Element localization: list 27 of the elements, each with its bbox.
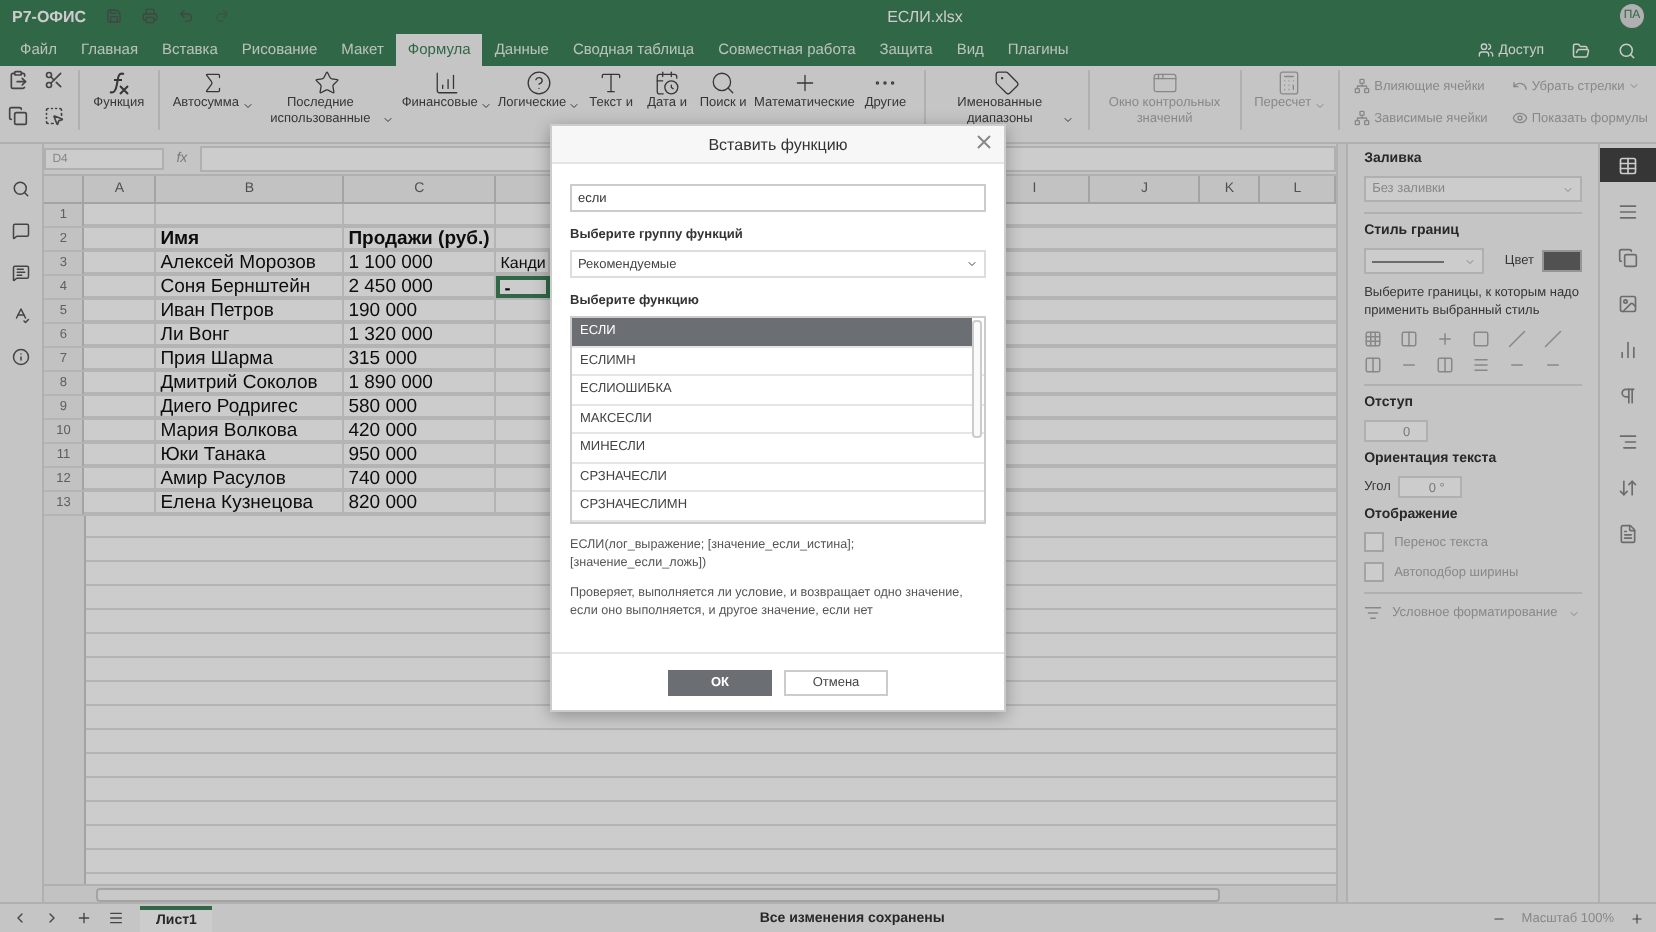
table-cell: Ли Вонг [156,324,345,346]
table-cell: 1 890 000 [344,372,497,394]
table-cell: Соня Бернштейн [156,276,345,298]
table-cell: 1 320 000 [344,324,497,346]
app-logo: Р7-ОФИС [12,7,87,25]
table-cell: Прия Шарма [156,348,345,370]
table-cell: 580 000 [344,396,497,418]
table-cell: Иван Петров [156,300,345,322]
table-cell: Мария Волкова [156,420,345,442]
table-cell: 315 000 [344,348,497,370]
table-cell: Продажи (руб.) [344,228,497,250]
table-cell: Дмитрий Соколов [156,372,345,394]
table-cell: Алексей Морозов [156,252,345,274]
table-cell: 740 000 [344,468,497,490]
table-cell: 820 000 [344,492,497,514]
table-cell: 2 450 000 [344,276,497,298]
table-cell: Имя [156,228,345,250]
document-title: ЕСЛИ.xlsx [885,7,965,25]
table-cell: Амир Расулов [156,468,345,490]
table-cell: 950 000 [344,444,497,466]
table-cell: 420 000 [344,420,497,442]
table-cell: Елена Кузнецова [156,492,345,514]
table-cell: 1 100 000 [344,252,497,274]
table-cell: Диего Родригес [156,396,345,418]
dialog-title: Вставить функцию [708,135,848,153]
table-cell: Юки Танака [156,444,345,466]
table-cell: 190 000 [344,300,497,322]
